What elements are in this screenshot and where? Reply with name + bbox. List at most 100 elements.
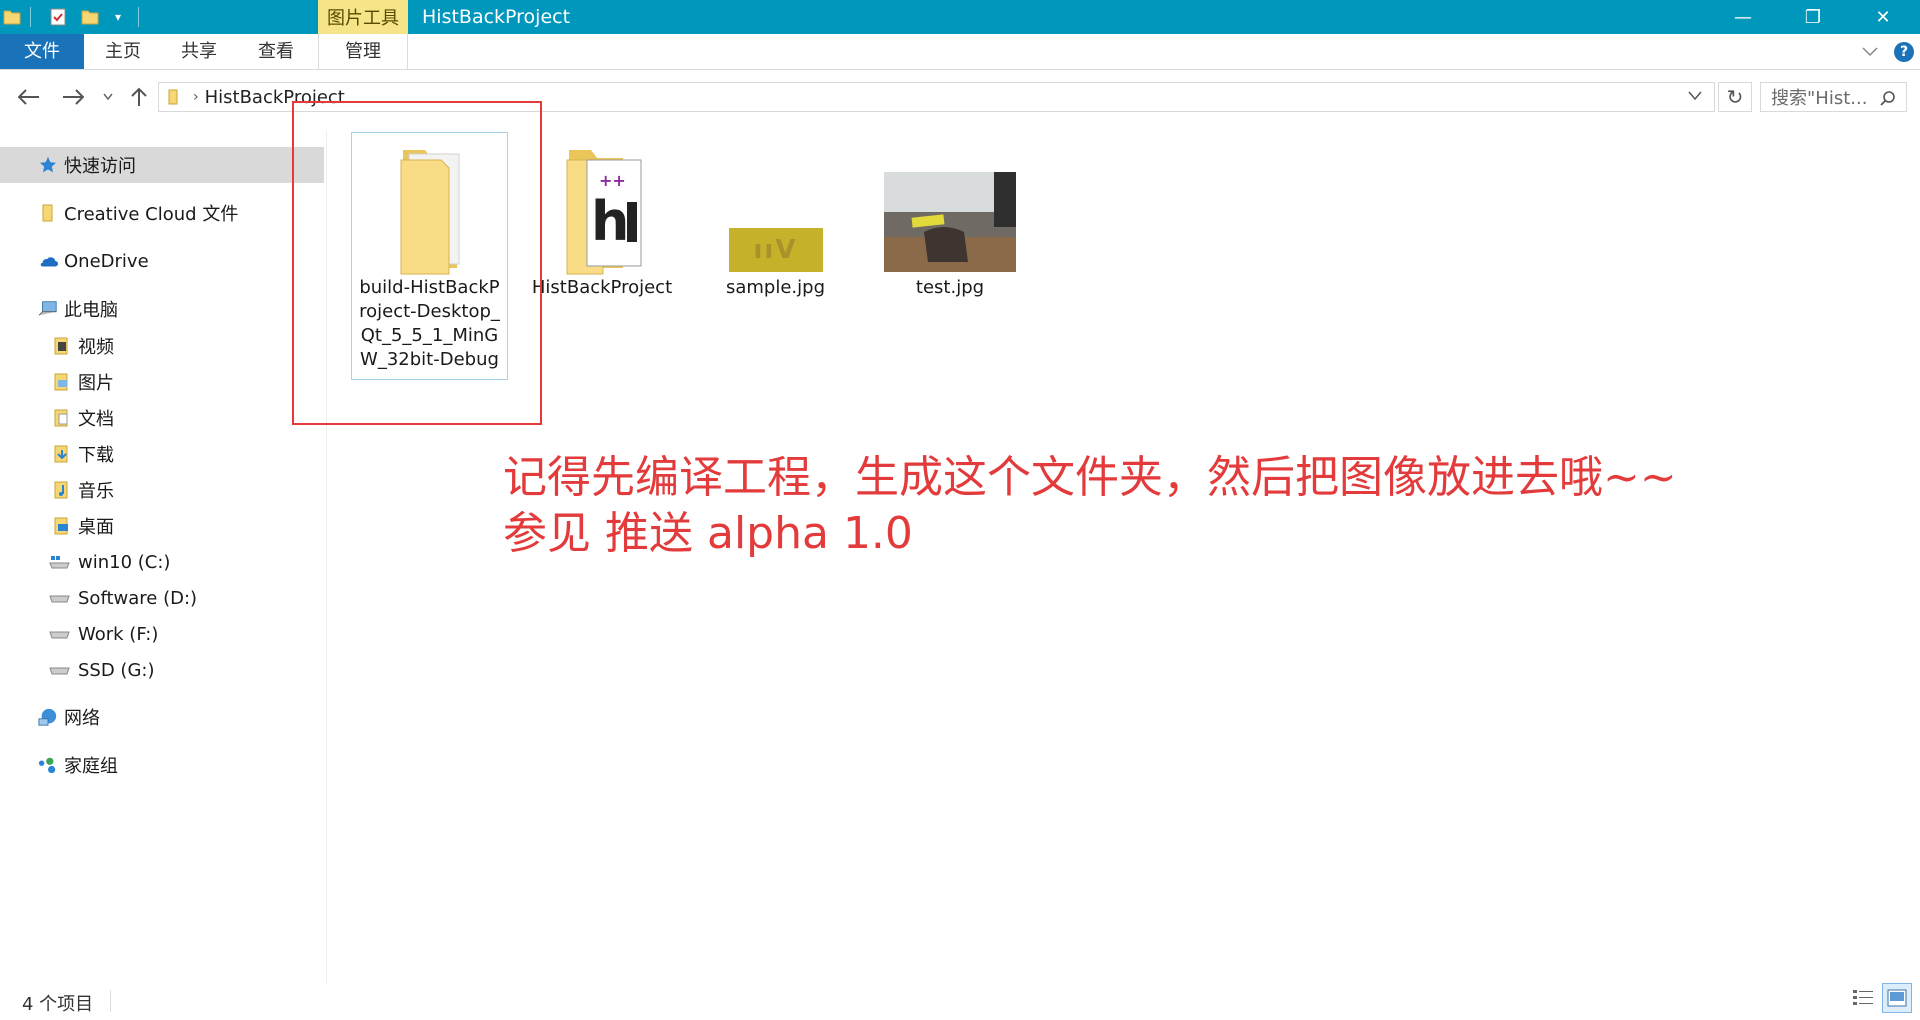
restore-icon: ❐ bbox=[1804, 6, 1822, 28]
customize-dropdown-icon[interactable]: ▾ bbox=[108, 7, 128, 27]
desktop-folder-icon bbox=[52, 516, 72, 536]
restore-button[interactable]: ❐ bbox=[1784, 0, 1842, 34]
image-thumbnail: ııV bbox=[728, 228, 823, 272]
sidebar-item-drive-c[interactable]: win10 (C:) bbox=[0, 544, 324, 580]
sidebar-item-music[interactable]: 音乐 bbox=[0, 472, 324, 508]
annotation-line-1: 记得先编译工程，生成这个文件夹，然后把图像放进去哦~~ bbox=[503, 452, 1677, 503]
new-folder-icon[interactable] bbox=[80, 7, 100, 27]
navigation-pane: 快速访问 Creative Cloud 文件 OneDrive 此电脑 视频 图… bbox=[0, 130, 326, 985]
sidebar-item-downloads[interactable]: 下载 bbox=[0, 436, 324, 472]
network-icon bbox=[38, 707, 58, 727]
details-view-button[interactable] bbox=[1848, 983, 1878, 1013]
properties-icon[interactable] bbox=[48, 7, 68, 27]
back-button[interactable] bbox=[14, 82, 44, 112]
image-item-test[interactable]: test.jpg bbox=[880, 140, 1020, 300]
sidebar-item-pictures[interactable]: 图片 bbox=[0, 364, 324, 400]
sidebar-item-label: win10 (C:) bbox=[78, 551, 171, 573]
search-icon bbox=[1880, 91, 1895, 106]
drive-icon bbox=[46, 660, 72, 680]
sidebar-item-label: Software (D:) bbox=[78, 587, 198, 609]
drive-icon bbox=[46, 588, 72, 608]
tab-manage[interactable]: 管理 bbox=[318, 34, 408, 69]
tab-view[interactable]: 查看 bbox=[247, 34, 305, 69]
sidebar-item-this-pc[interactable]: 此电脑 bbox=[0, 291, 324, 327]
sidebar-item-creative-cloud[interactable]: Creative Cloud 文件 bbox=[0, 195, 324, 231]
refresh-button[interactable]: ↻ bbox=[1718, 82, 1752, 112]
refresh-icon: ↻ bbox=[1726, 85, 1744, 109]
recent-locations-button[interactable] bbox=[96, 82, 120, 112]
sidebar-item-network[interactable]: 网络 bbox=[0, 699, 324, 735]
sidebar-item-videos[interactable]: 视频 bbox=[0, 328, 324, 364]
sidebar-item-label: 家庭组 bbox=[64, 756, 118, 777]
forward-button[interactable] bbox=[58, 82, 88, 112]
sidebar-item-label: Work (F:) bbox=[78, 623, 159, 645]
sidebar-item-onedrive[interactable]: OneDrive bbox=[0, 243, 324, 279]
details-view-icon bbox=[1853, 990, 1873, 1005]
drive-icon bbox=[46, 552, 72, 572]
breadcrumb-chevron-icon[interactable]: › bbox=[193, 89, 199, 105]
sidebar-item-label: 下载 bbox=[78, 445, 114, 466]
title-bar: ▾ 图片工具 HistBackProject — ❐ ✕ bbox=[0, 0, 1920, 34]
sidebar-item-label: 视频 bbox=[78, 337, 114, 358]
svg-text:h: h bbox=[591, 190, 629, 253]
star-icon bbox=[38, 155, 58, 175]
pictures-folder-icon bbox=[52, 372, 72, 392]
sidebar-item-drive-g[interactable]: SSD (G:) bbox=[0, 652, 324, 688]
sidebar-item-desktop[interactable]: 桌面 bbox=[0, 508, 324, 544]
sidebar-item-label: 文档 bbox=[78, 409, 114, 430]
documents-folder-icon bbox=[52, 408, 72, 428]
back-arrow-icon bbox=[18, 89, 39, 105]
up-button[interactable] bbox=[124, 82, 154, 112]
cloud-icon bbox=[38, 251, 58, 271]
folder-item-histbackproject[interactable]: ++ h HistBackProject bbox=[532, 140, 672, 300]
ribbon-tabs: 文件 主页 共享 查看 管理 ? bbox=[0, 34, 1920, 70]
close-button[interactable]: ✕ bbox=[1854, 0, 1912, 34]
annotation-red-box bbox=[292, 101, 542, 425]
help-icon: ? bbox=[1894, 41, 1914, 62]
picture-tools-tab[interactable]: 图片工具 bbox=[318, 0, 408, 34]
folder-icon bbox=[38, 203, 58, 223]
ribbon-expand-icon[interactable] bbox=[1862, 34, 1882, 69]
tab-file[interactable]: 文件 bbox=[0, 34, 84, 69]
image-thumbnail bbox=[884, 172, 1016, 272]
tab-share[interactable]: 共享 bbox=[170, 34, 228, 69]
svg-text:++: ++ bbox=[599, 171, 626, 190]
file-name-label: sample.jpg bbox=[725, 277, 826, 298]
music-folder-icon bbox=[52, 480, 72, 500]
annotation-line-2: 参见 推送 alpha 1.0 bbox=[503, 508, 913, 559]
sidebar-item-label: 快速访问 bbox=[64, 156, 136, 177]
minimize-icon: — bbox=[1734, 6, 1752, 28]
sidebar-item-drive-f[interactable]: Work (F:) bbox=[0, 616, 324, 652]
search-input[interactable]: 搜索"Hist... bbox=[1760, 82, 1907, 112]
large-icons-view-icon bbox=[1887, 989, 1907, 1007]
tab-home[interactable]: 主页 bbox=[94, 34, 152, 69]
sidebar-item-label: OneDrive bbox=[64, 250, 149, 272]
chevron-down-icon bbox=[103, 93, 113, 101]
video-folder-icon bbox=[52, 336, 72, 356]
help-button[interactable]: ? bbox=[1894, 34, 1914, 69]
close-icon: ✕ bbox=[1875, 6, 1891, 28]
status-item-count: 4 个项目 bbox=[22, 994, 94, 1015]
file-name-label: test.jpg bbox=[915, 277, 985, 298]
forward-arrow-icon bbox=[63, 89, 84, 105]
address-dropdown-icon[interactable] bbox=[1688, 91, 1702, 101]
sidebar-item-quick-access[interactable]: 快速访问 bbox=[0, 147, 324, 183]
search-placeholder: 搜索"Hist... bbox=[1771, 88, 1868, 109]
sidebar-item-drive-d[interactable]: Software (D:) bbox=[0, 580, 324, 616]
image-item-sample[interactable]: ııV sample.jpg bbox=[703, 140, 848, 300]
computer-icon bbox=[38, 299, 58, 319]
sidebar-item-label: SSD (G:) bbox=[78, 659, 155, 681]
separator bbox=[110, 990, 111, 1012]
sidebar-item-label: 此电脑 bbox=[64, 300, 118, 321]
homegroup-icon bbox=[38, 755, 58, 775]
sidebar-item-label: 网络 bbox=[64, 708, 100, 729]
minimize-button[interactable]: — bbox=[1714, 0, 1772, 34]
qt-project-folder-icon: ++ h bbox=[566, 150, 642, 275]
sidebar-item-documents[interactable]: 文档 bbox=[0, 400, 324, 436]
folder-icon[interactable] bbox=[2, 7, 22, 27]
sidebar-item-label: 音乐 bbox=[78, 481, 114, 502]
up-arrow-icon bbox=[131, 87, 147, 106]
large-icons-view-button[interactable] bbox=[1882, 983, 1912, 1013]
sidebar-item-homegroup[interactable]: 家庭组 bbox=[0, 747, 324, 783]
separator bbox=[30, 7, 31, 27]
